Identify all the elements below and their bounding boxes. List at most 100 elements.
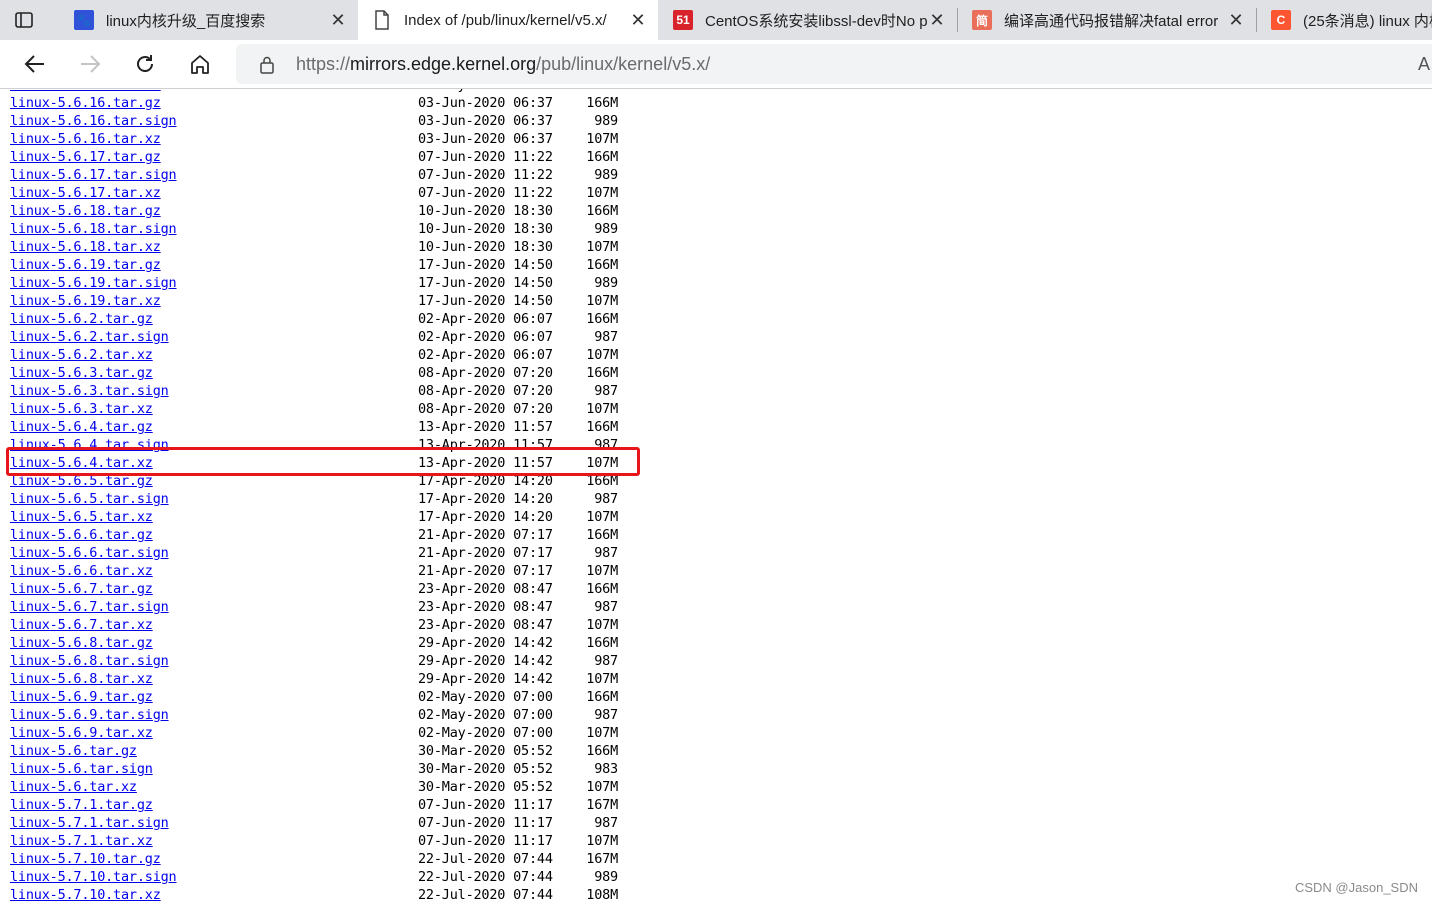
51cto-icon: 51 bbox=[673, 10, 693, 30]
close-icon[interactable]: ✕ bbox=[328, 10, 348, 30]
file-link[interactable]: linux-5.7.10.tar.sign bbox=[10, 868, 177, 886]
file-link[interactable]: linux-5.6.2.tar.gz bbox=[10, 310, 153, 328]
file-link[interactable]: linux-5.7.1.tar.xz bbox=[10, 832, 153, 850]
file-link[interactable]: linux-5.6.tar.xz bbox=[10, 778, 137, 796]
table-row: linux-5.6.7.tar.sign 23-Apr-2020 08:47 987 bbox=[0, 598, 700, 616]
file-link[interactable]: linux-5.7.10.tar.xz bbox=[10, 886, 161, 903]
file-size: 107M bbox=[586, 185, 618, 201]
tab-5[interactable]: C (25条消息) linux 内核 bbox=[1257, 0, 1432, 40]
file-link[interactable]: linux-5.6.8.tar.xz bbox=[10, 670, 153, 688]
close-icon[interactable]: ✕ bbox=[1226, 10, 1246, 30]
tab-actions-icon[interactable] bbox=[14, 10, 34, 30]
file-link[interactable]: linux-5.6.tar.gz bbox=[10, 742, 137, 760]
back-button[interactable] bbox=[21, 50, 49, 78]
file-size: 989 bbox=[594, 221, 618, 237]
tab-2[interactable]: Index of /pub/linux/kernel/v5.x/ ✕ bbox=[358, 0, 658, 40]
file-date: 17-Jun-2020 14:50 bbox=[418, 257, 553, 273]
file-link[interactable]: linux-5.6.5.tar.sign bbox=[10, 490, 169, 508]
address-bar[interactable]: https://mirrors.edge.kernel.org/pub/linu… bbox=[236, 44, 1432, 84]
file-date: 07-Jun-2020 11:17 bbox=[418, 815, 553, 831]
file-size: 987 bbox=[594, 815, 618, 831]
file-link[interactable]: linux-5.6.7.tar.xz bbox=[10, 616, 153, 634]
file-date: 21-Apr-2020 07:17 bbox=[418, 527, 553, 543]
file-date: 03-Jun-2020 06:37 bbox=[418, 95, 553, 111]
file-link[interactable]: linux-5.6.9.tar.sign bbox=[10, 706, 169, 724]
tab-3[interactable]: 51 CentOS系统安装libssl-dev时No p ✕ bbox=[659, 0, 957, 40]
read-aloud-icon[interactable]: A bbox=[1418, 54, 1430, 75]
file-link[interactable]: linux-5.6.tar.sign bbox=[10, 760, 153, 778]
file-date: 07-Jun-2020 11:17 bbox=[418, 833, 553, 849]
table-row: linux-5.6.9.tar.sign 02-May-2020 07:00 987 bbox=[0, 706, 700, 724]
file-link[interactable]: linux-5.6.17.tar.xz bbox=[10, 184, 161, 202]
tab-1[interactable]: 🐾 linux内核升级_百度搜索 ✕ bbox=[60, 0, 358, 40]
forward-button[interactable] bbox=[76, 50, 104, 78]
table-row: linux-5.6.3.tar.xz 08-Apr-2020 07:20 107M bbox=[0, 400, 700, 418]
file-link[interactable]: linux-5.6.2.tar.sign bbox=[10, 328, 169, 346]
file-link[interactable]: linux-5.6.3.tar.sign bbox=[10, 382, 169, 400]
file-link[interactable]: linux-5.6.19.tar.xz bbox=[10, 292, 161, 310]
file-link[interactable]: linux-5.6.16.tar.xz bbox=[10, 130, 161, 148]
file-link[interactable]: linux-5.6.9.tar.xz bbox=[10, 724, 153, 742]
file-link[interactable]: linux-5.7.1.tar.sign bbox=[10, 814, 169, 832]
page-icon bbox=[372, 10, 392, 30]
file-link[interactable]: linux-5.6.3.tar.xz bbox=[10, 400, 153, 418]
url-text[interactable]: https://mirrors.edge.kernel.org/pub/linu… bbox=[296, 54, 710, 75]
table-row: linux-5.6.17.tar.sign 07-Jun-2020 11:22 98… bbox=[0, 166, 700, 184]
file-date: 30-Mar-2020 05:52 bbox=[418, 743, 553, 759]
file-size: 166M bbox=[586, 689, 618, 705]
forward-arrow-icon bbox=[81, 55, 101, 73]
url-host: mirrors.edge.kernel.org bbox=[350, 54, 537, 74]
jianshu-icon: 简 bbox=[972, 10, 992, 30]
file-link[interactable]: linux-5.6.8.tar.sign bbox=[10, 652, 169, 670]
file-size: 107M bbox=[586, 833, 618, 849]
file-date: 22-Jul-2020 07:44 bbox=[418, 869, 553, 885]
file-date: 02-Apr-2020 06:07 bbox=[418, 311, 553, 327]
file-date: 23-Apr-2020 08:47 bbox=[418, 617, 553, 633]
url-prefix: https:// bbox=[296, 54, 351, 74]
file-link[interactable]: linux-5.6.3.tar.gz bbox=[10, 364, 153, 382]
close-icon[interactable]: ✕ bbox=[628, 10, 648, 30]
file-link[interactable]: linux-5.6.4.tar.gz bbox=[10, 418, 153, 436]
file-size: 987 bbox=[594, 599, 618, 615]
file-link[interactable]: linux-5.6.6.tar.sign bbox=[10, 544, 169, 562]
file-link[interactable]: linux-5.6.9.tar.gz bbox=[10, 688, 153, 706]
tab-4[interactable]: 简编译高通代码报错解决fatal error ✕ bbox=[958, 0, 1256, 40]
file-date: 07-Jun-2020 11:22 bbox=[418, 185, 553, 201]
file-link[interactable]: linux-5.6.19.tar.sign bbox=[10, 274, 177, 292]
file-link[interactable]: linux-5.6.6.tar.xz bbox=[10, 562, 153, 580]
lock-icon[interactable] bbox=[258, 55, 276, 80]
file-link[interactable]: linux-5.6.6.tar.gz bbox=[10, 526, 153, 544]
home-button[interactable] bbox=[186, 50, 214, 78]
table-row: linux-5.6.3.tar.gz 08-Apr-2020 07:20 166M bbox=[0, 364, 700, 382]
file-date: 02-May-2020 07:00 bbox=[418, 707, 553, 723]
file-size: 989 bbox=[594, 113, 618, 129]
table-row: linux-5.6.16.tar.xz 03-Jun-2020 06:37 107M bbox=[0, 130, 700, 148]
file-link[interactable]: linux-5.6.19.tar.gz bbox=[10, 256, 161, 274]
file-link[interactable]: linux-5.6.18.tar.sign bbox=[10, 220, 177, 238]
file-link[interactable]: linux-5.7.1.tar.gz bbox=[10, 796, 153, 814]
file-link[interactable]: linux-5.6.17.tar.gz bbox=[10, 148, 161, 166]
table-row: linux-5.6.7.tar.xz 23-Apr-2020 08:47 107M bbox=[0, 616, 700, 634]
table-row: linux-5.7.10.tar.xz 22-Jul-2020 07:44 108M bbox=[0, 886, 700, 903]
file-link[interactable]: linux-5.7.10.tar.gz bbox=[10, 850, 161, 868]
file-link[interactable]: linux-5.6.16.tar.sign bbox=[10, 112, 177, 130]
file-size: 167M bbox=[586, 851, 618, 867]
refresh-button[interactable] bbox=[131, 50, 159, 78]
file-size: 987 bbox=[594, 545, 618, 561]
highlight-box bbox=[6, 447, 640, 476]
file-link[interactable]: linux-5.6.2.tar.xz bbox=[10, 346, 153, 364]
file-link[interactable]: linux-5.6.18.tar.xz bbox=[10, 238, 161, 256]
baidu-icon: 🐾 bbox=[74, 10, 94, 30]
close-icon[interactable]: ✕ bbox=[927, 10, 947, 30]
file-link[interactable]: linux-5.6.7.tar.gz bbox=[10, 580, 153, 598]
file-size: 107M bbox=[586, 671, 618, 687]
file-link[interactable]: linux-5.6.8.tar.gz bbox=[10, 634, 153, 652]
file-link[interactable]: linux-5.6.5.tar.xz bbox=[10, 508, 153, 526]
file-link[interactable]: linux-5.6.7.tar.sign bbox=[10, 598, 169, 616]
directory-listing: linux-5.6.15.tar.xz27-May-2020 10:07107M… bbox=[0, 89, 1432, 903]
file-link[interactable]: linux-5.6.18.tar.gz bbox=[10, 202, 161, 220]
tab-title: CentOS系统安装libssl-dev时No p bbox=[705, 12, 927, 30]
table-row: linux-5.6.2.tar.gz 02-Apr-2020 06:07 166M bbox=[0, 310, 700, 328]
file-link[interactable]: linux-5.6.16.tar.gz bbox=[10, 94, 161, 112]
file-link[interactable]: linux-5.6.17.tar.sign bbox=[10, 166, 177, 184]
